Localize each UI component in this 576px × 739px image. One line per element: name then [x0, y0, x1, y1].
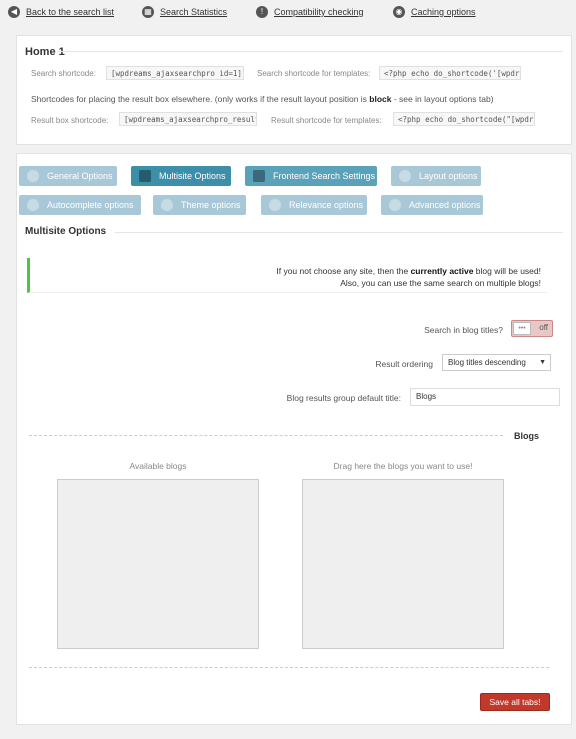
divider — [29, 667, 549, 668]
layout-icon — [399, 170, 411, 182]
autocomplete-icon — [27, 199, 39, 211]
template-shortcode-label: Search shortcode for templates: — [257, 69, 371, 78]
group-title-label: Blog results group default title: — [286, 393, 401, 403]
result-shortcode-description: Shortcodes for placing the result box el… — [31, 94, 494, 104]
instance-title: Home 1 — [25, 46, 65, 58]
available-blogs-list[interactable] — [57, 479, 259, 649]
selected-blogs-title: Drag here the blogs you want to use! — [333, 461, 473, 471]
template-shortcode-value[interactable]: <?php echo do_shortcode('[wpdre — [379, 66, 521, 80]
caching-link[interactable]: ◉ Caching options — [393, 5, 476, 19]
options-panel: General Options Multisite Options Fronte… — [16, 153, 572, 725]
divider — [115, 232, 563, 233]
tab-frontend-search-settings[interactable]: Frontend Search Settings — [245, 166, 377, 186]
result-template-label: Result shortcode for templates: — [271, 116, 382, 125]
divider — [29, 435, 503, 436]
tab-theme-options[interactable]: Theme options — [153, 195, 246, 215]
info-notice: If you not choose any site, then the cur… — [27, 258, 547, 293]
compatibility-link[interactable]: ! Compatibility checking — [256, 5, 364, 19]
available-blogs-title: Available blogs — [129, 461, 187, 471]
tab-relevance-options[interactable]: Relevance options — [261, 195, 367, 215]
theme-icon — [161, 199, 173, 211]
search-shortcode-label: Search shortcode: — [31, 69, 96, 78]
tab-multisite-options[interactable]: Multisite Options — [131, 166, 231, 186]
selected-blogs-dropzone[interactable] — [302, 479, 504, 649]
multisite-icon — [139, 170, 151, 182]
result-box-shortcode-value[interactable]: [wpdreams_ajaxsearchpro_results — [119, 112, 257, 126]
tab-autocomplete-options[interactable]: Autocomplete options — [19, 195, 141, 215]
tab-advanced-options[interactable]: Advanced options — [381, 195, 483, 215]
section-title: Multisite Options — [25, 226, 107, 237]
result-box-shortcode-label: Result box shortcode: — [31, 116, 109, 125]
group-title-input[interactable]: Blogs — [410, 388, 560, 406]
eye-icon: ◉ — [393, 6, 405, 18]
tab-layout-options[interactable]: Layout options — [391, 166, 481, 186]
toggle-knob-icon: ••• — [513, 322, 531, 335]
gear-icon — [27, 170, 39, 182]
chevron-down-icon: ▼ — [539, 359, 546, 366]
divider — [57, 51, 563, 52]
notice-line-1: If you not choose any site, then the cur… — [276, 266, 541, 276]
result-template-value[interactable]: <?php echo do_shortcode("[wpdre — [393, 112, 535, 126]
notice-line-2: Also, you can use the same search on mul… — [340, 278, 541, 288]
back-arrow-icon: ◀ — [8, 6, 20, 18]
frontend-icon — [253, 170, 265, 182]
blogs-heading: Blogs — [513, 431, 539, 441]
warning-icon: ! — [256, 6, 268, 18]
result-ordering-select[interactable]: Blog titles descending ▼ — [442, 354, 551, 371]
save-all-tabs-button[interactable]: Save all tabs! — [480, 693, 550, 711]
shortcode-panel: Home 1 Search shortcode: [wpdreams_ajaxs… — [16, 35, 572, 145]
statistics-icon: ▦ — [142, 6, 154, 18]
search-blog-titles-label: Search in blog titles? — [424, 325, 503, 335]
search-statistics-link[interactable]: ▦ Search Statistics — [142, 5, 227, 19]
advanced-icon — [389, 199, 401, 211]
top-nav: ◀ Back to the search list ▦ Search Stati… — [0, 0, 576, 26]
back-link[interactable]: ◀ Back to the search list — [8, 5, 114, 19]
relevance-icon — [269, 199, 281, 211]
search-shortcode-value[interactable]: [wpdreams_ajaxsearchpro id=1] — [106, 66, 244, 80]
tab-general-options[interactable]: General Options — [19, 166, 117, 186]
result-ordering-label: Result ordering — [375, 359, 433, 369]
search-blog-titles-toggle[interactable]: ••• off — [511, 320, 553, 337]
